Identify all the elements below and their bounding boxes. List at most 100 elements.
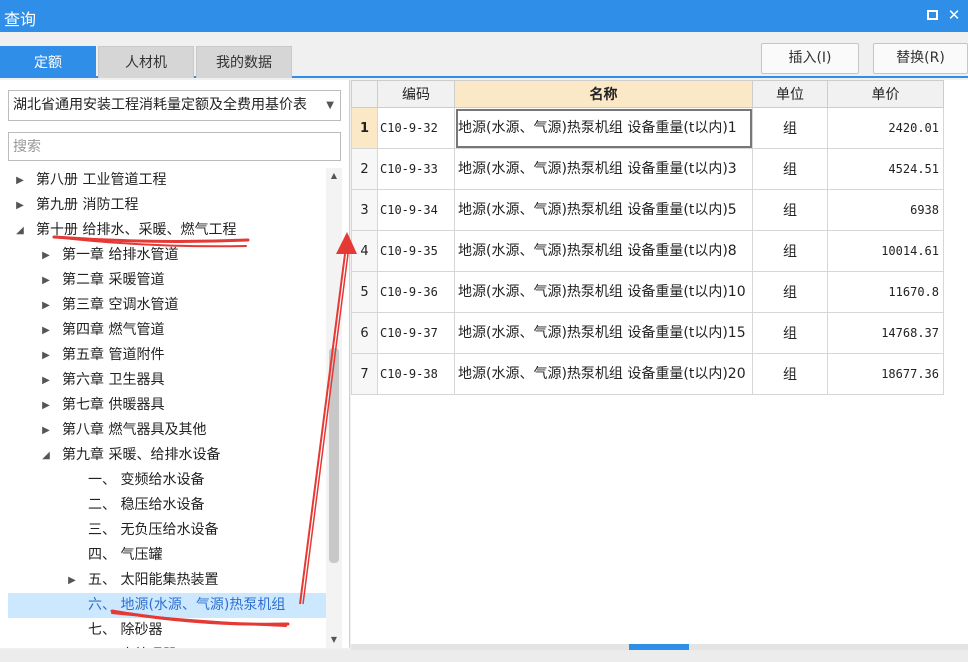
unit-cell[interactable]: 组	[752, 353, 828, 395]
table-row[interactable]: 2 C10-9-33 地源(水源、气源)热泵机组 设备重量(t以内)3 组 4524.5…	[351, 148, 944, 190]
code-cell[interactable]: C10-9-36	[377, 271, 455, 313]
price-cell[interactable]: 14768.37	[827, 312, 944, 354]
tree-node[interactable]: 一、 变频给水设备	[8, 468, 326, 493]
scroll-down-icon[interactable]: ▼	[326, 632, 342, 648]
name-cell[interactable]: 地源(水源、气源)热泵机组 设备重量(t以内)15	[454, 312, 753, 354]
price-column-header[interactable]: 单价	[827, 80, 944, 108]
library-select[interactable]: 湖北省通用安装工程消耗量定额及全费用基价表 ▼	[8, 90, 341, 121]
code-cell[interactable]: C10-9-34	[377, 189, 455, 231]
price-cell[interactable]: 10014.61	[827, 230, 944, 272]
tree-node-label: 第四章 燃气管道	[62, 322, 165, 338]
code-cell[interactable]: C10-9-37	[377, 312, 455, 354]
expand-arrow-icon[interactable]: ▶	[66, 568, 78, 593]
unit-cell[interactable]: 组	[752, 230, 828, 272]
collapse-arrow-icon[interactable]: ◢	[40, 443, 52, 468]
results-panel: 编码 名称 单位 单价 1 C10-9-32 地源(水源、气源)热泵机组 设备重量(…	[351, 80, 968, 648]
tree-node[interactable]: 七、 除砂器	[8, 618, 326, 643]
name-column-header[interactable]: 名称	[454, 80, 753, 108]
name-cell[interactable]: 地源(水源、气源)热泵机组 设备重量(t以内)5	[454, 189, 753, 231]
row-number[interactable]: 6	[351, 312, 378, 354]
code-cell[interactable]: C10-9-33	[377, 148, 455, 190]
tree-node[interactable]: ◢ 第九章 采暖、给排水设备	[8, 443, 326, 468]
table-row[interactable]: 1 C10-9-32 地源(水源、气源)热泵机组 设备重量(t以内)1 组 2420.0…	[351, 107, 944, 149]
expand-arrow-icon[interactable]: ▶	[40, 368, 52, 393]
maximize-icon[interactable]	[922, 5, 942, 25]
row-number[interactable]: 4	[351, 230, 378, 272]
tree-node[interactable]: ▶ 第九册 消防工程	[8, 193, 326, 218]
tree-node[interactable]: ▶ 第四章 燃气管道	[8, 318, 326, 343]
expand-arrow-icon[interactable]: ▶	[40, 418, 52, 443]
tree-node[interactable]: 六、 地源(水源、气源)热泵机组	[8, 593, 326, 618]
expand-arrow-icon[interactable]: ▶	[40, 318, 52, 343]
name-cell[interactable]: 地源(水源、气源)热泵机组 设备重量(t以内)10	[454, 271, 753, 313]
collapse-arrow-icon[interactable]: ◢	[14, 218, 26, 243]
scrollbar-thumb[interactable]	[329, 348, 339, 563]
expand-arrow-icon[interactable]: ▶	[40, 343, 52, 368]
expand-arrow-icon[interactable]: ▶	[40, 243, 52, 268]
row-number[interactable]: 2	[351, 148, 378, 190]
expand-arrow-icon[interactable]: ▶	[14, 193, 26, 218]
tree-node[interactable]: ◢ 第十册 给排水、采暖、燃气工程	[8, 218, 326, 243]
table-row[interactable]: 6 C10-9-37 地源(水源、气源)热泵机组 设备重量(t以内)15 组 14768…	[351, 312, 944, 354]
tree-node-label: 五、 太阳能集热装置	[88, 572, 219, 588]
table-row[interactable]: 3 C10-9-34 地源(水源、气源)热泵机组 设备重量(t以内)5 组 6938	[351, 189, 944, 231]
price-cell[interactable]: 6938	[827, 189, 944, 231]
tree-node[interactable]: ▶ 第六章 卫生器具	[8, 368, 326, 393]
name-cell[interactable]: 地源(水源、气源)热泵机组 设备重量(t以内)1	[454, 107, 753, 149]
library-select-value: 湖北省通用安装工程消耗量定额及全费用基价表	[13, 97, 307, 113]
price-cell[interactable]: 18677.36	[827, 353, 944, 395]
tab-materials[interactable]: 人材机	[98, 46, 194, 78]
table-row[interactable]: 5 C10-9-36 地源(水源、气源)热泵机组 设备重量(t以内)10 组 11670…	[351, 271, 944, 313]
code-cell[interactable]: C10-9-32	[377, 107, 455, 149]
tree-node-label: 第六章 卫生器具	[62, 372, 165, 388]
row-number[interactable]: 3	[351, 189, 378, 231]
insert-button[interactable]: 插入(I)	[761, 43, 859, 74]
name-cell[interactable]: 地源(水源、气源)热泵机组 设备重量(t以内)8	[454, 230, 753, 272]
unit-cell[interactable]: 组	[752, 271, 828, 313]
chevron-down-icon[interactable]: ▼	[322, 91, 334, 120]
tree-node[interactable]: 四、 气压罐	[8, 543, 326, 568]
tree-node[interactable]: ▶ 第七章 供暖器具	[8, 393, 326, 418]
name-cell[interactable]: 地源(水源、气源)热泵机组 设备重量(t以内)20	[454, 353, 753, 395]
tree-node[interactable]: 二、 稳压给水设备	[8, 493, 326, 518]
code-cell[interactable]: C10-9-38	[377, 353, 455, 395]
row-number[interactable]: 7	[351, 353, 378, 395]
expand-arrow-icon[interactable]: ▶	[40, 393, 52, 418]
row-number[interactable]: 1	[351, 107, 378, 149]
unit-cell[interactable]: 组	[752, 107, 828, 149]
tree-node[interactable]: ▶ 第二章 采暖管道	[8, 268, 326, 293]
unit-column-header[interactable]: 单位	[752, 80, 828, 108]
price-cell[interactable]: 2420.01	[827, 107, 944, 149]
tree-node[interactable]: ▶ 第八册 工业管道工程	[8, 168, 326, 193]
scroll-up-icon[interactable]: ▲	[326, 168, 342, 184]
row-number[interactable]: 5	[351, 271, 378, 313]
unit-cell[interactable]: 组	[752, 312, 828, 354]
tree-node[interactable]: 八、 水处理器	[8, 643, 326, 648]
tree-node-label: 第七章 供暖器具	[62, 397, 165, 413]
close-icon[interactable]: ✕	[944, 5, 964, 25]
tree-node[interactable]: 三、 无负压给水设备	[8, 518, 326, 543]
replace-button[interactable]: 替换(R)	[873, 43, 968, 74]
tab-my-data[interactable]: 我的数据	[196, 46, 292, 78]
tree-node-label: 第八册 工业管道工程	[36, 172, 167, 188]
unit-cell[interactable]: 组	[752, 189, 828, 231]
expand-arrow-icon[interactable]: ▶	[40, 293, 52, 318]
code-cell[interactable]: C10-9-35	[377, 230, 455, 272]
tree-node[interactable]: ▶ 第一章 给排水管道	[8, 243, 326, 268]
tree-node[interactable]: ▶ 五、 太阳能集热装置	[8, 568, 326, 593]
table-row[interactable]: 4 C10-9-35 地源(水源、气源)热泵机组 设备重量(t以内)8 组 10014.…	[351, 230, 944, 272]
tree-scrollbar[interactable]: ▲ ▼	[326, 168, 342, 648]
price-cell[interactable]: 4524.51	[827, 148, 944, 190]
tree-node[interactable]: ▶ 第五章 管道附件	[8, 343, 326, 368]
expand-arrow-icon[interactable]: ▶	[14, 168, 26, 193]
name-cell[interactable]: 地源(水源、气源)热泵机组 设备重量(t以内)3	[454, 148, 753, 190]
search-input[interactable]	[8, 132, 341, 161]
price-cell[interactable]: 11670.8	[827, 271, 944, 313]
table-row[interactable]: 7 C10-9-38 地源(水源、气源)热泵机组 设备重量(t以内)20 组 18677…	[351, 353, 944, 395]
tree-node[interactable]: ▶ 第八章 燃气器具及其他	[8, 418, 326, 443]
expand-arrow-icon[interactable]: ▶	[40, 268, 52, 293]
tree-node[interactable]: ▶ 第三章 空调水管道	[8, 293, 326, 318]
unit-cell[interactable]: 组	[752, 148, 828, 190]
code-column-header[interactable]: 编码	[377, 80, 455, 108]
tab-quota[interactable]: 定额	[0, 46, 96, 78]
